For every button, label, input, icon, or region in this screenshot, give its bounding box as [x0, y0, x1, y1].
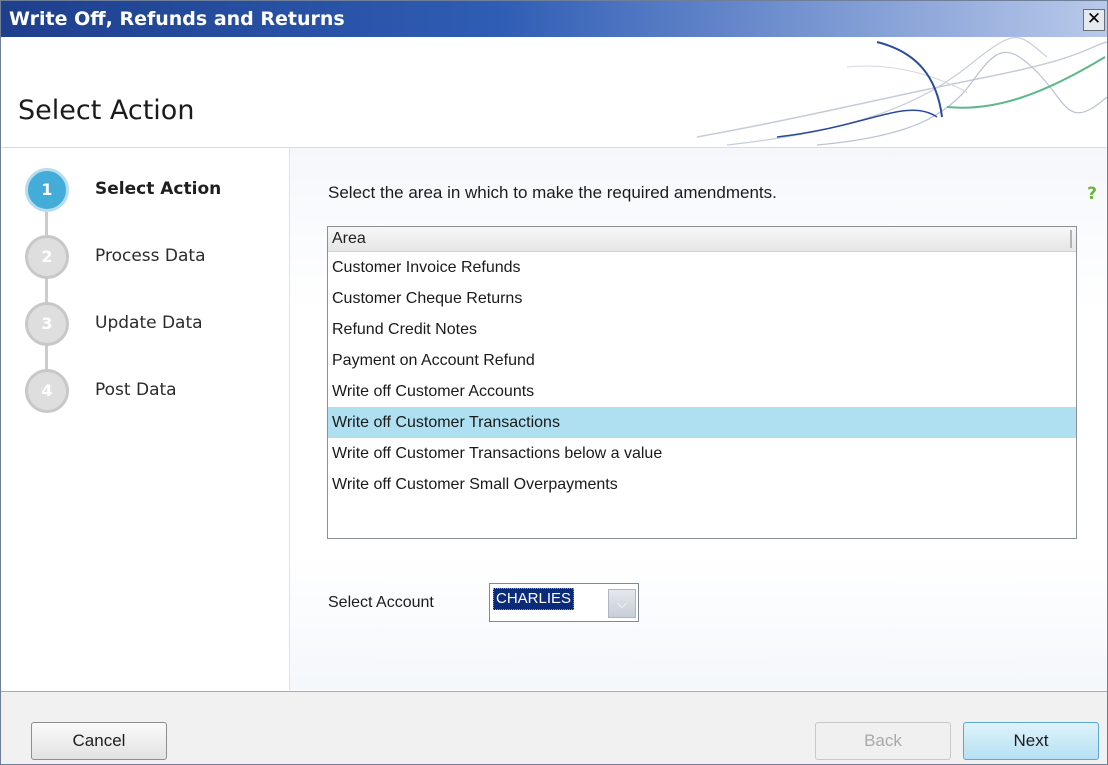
- step-sidebar: 1 Select Action 2 Process Data 3 Update …: [1, 148, 290, 690]
- instruction-text: Select the area in which to make the req…: [328, 183, 777, 202]
- list-item[interactable]: Payment on Account Refund: [328, 345, 1076, 376]
- wizard-footer: Cancel Back Next: [1, 691, 1107, 764]
- area-column-header[interactable]: Area: [328, 227, 1076, 252]
- chevron-down-icon[interactable]: ⌵: [608, 589, 636, 618]
- next-button[interactable]: Next: [963, 722, 1099, 760]
- close-button[interactable]: ✕: [1083, 9, 1105, 31]
- column-header-label: Area: [332, 230, 366, 247]
- list-item[interactable]: Write off Customer Small Overpayments: [328, 469, 1076, 500]
- back-button[interactable]: Back: [815, 722, 951, 760]
- step-number: 3: [25, 302, 69, 346]
- list-item-selected[interactable]: Write off Customer Transactions: [328, 407, 1076, 438]
- step-label: Select Action: [95, 179, 222, 199]
- step-select-action: 1 Select Action: [25, 168, 285, 218]
- select-account-label: Select Account: [328, 594, 434, 611]
- list-item[interactable]: Write off Customer Accounts: [328, 376, 1076, 407]
- list-item[interactable]: Customer Invoice Refunds: [328, 252, 1076, 283]
- step-process-data: 2 Process Data: [25, 235, 285, 285]
- header-swirl-decoration: [696, 37, 1107, 146]
- wizard-header: Select Action: [1, 37, 1107, 148]
- step-label: Process Data: [95, 246, 206, 266]
- help-icon[interactable]: ?: [1087, 184, 1097, 204]
- cancel-button[interactable]: Cancel: [31, 722, 167, 760]
- wizard-window: Write Off, Refunds and Returns ✕ Select …: [0, 0, 1108, 765]
- list-item[interactable]: Customer Cheque Returns: [328, 283, 1076, 314]
- column-resize-handle[interactable]: [1070, 230, 1072, 248]
- step-number: 1: [25, 168, 69, 212]
- step-number: 4: [25, 369, 69, 413]
- account-combobox[interactable]: CHARLIES ⌵: [489, 583, 639, 622]
- title-bar: Write Off, Refunds and Returns ✕: [1, 1, 1107, 37]
- page-title: Select Action: [18, 95, 195, 126]
- step-update-data: 3 Update Data: [25, 302, 285, 352]
- step-post-data: 4 Post Data: [25, 369, 285, 419]
- step-label: Update Data: [95, 313, 203, 333]
- list-item[interactable]: Write off Customer Transactions below a …: [328, 438, 1076, 469]
- list-item[interactable]: Refund Credit Notes: [328, 314, 1076, 345]
- window-title: Write Off, Refunds and Returns: [9, 8, 345, 30]
- step-number: 2: [25, 235, 69, 279]
- content-panel: Select the area in which to make the req…: [290, 148, 1107, 690]
- area-listbox[interactable]: Area Customer Invoice Refunds Customer C…: [327, 226, 1077, 539]
- step-label: Post Data: [95, 380, 177, 400]
- account-value[interactable]: CHARLIES: [493, 588, 575, 610]
- close-icon: ✕: [1086, 9, 1102, 29]
